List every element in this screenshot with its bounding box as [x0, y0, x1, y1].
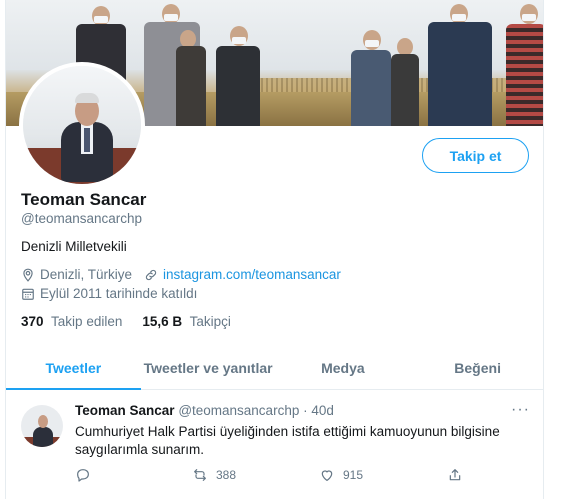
retweet-icon: [194, 469, 206, 481]
profile-joined-row: Eylül 2011 tarihinde katıldı: [21, 286, 197, 301]
tab-media[interactable]: Medya: [276, 346, 411, 389]
tweet-header: Teoman Sancar @teomansancarchp · 40d: [75, 403, 334, 418]
calendar-icon: [21, 287, 35, 301]
tweet-avatar[interactable]: [21, 405, 63, 447]
profile-joined: Eylül 2011 tarihinde katıldı: [40, 286, 198, 301]
retweet-count: 388: [216, 468, 237, 482]
profile-avatar[interactable]: [19, 62, 145, 188]
reply-button[interactable]: [75, 467, 99, 483]
more-options-icon[interactable]: ···: [511, 401, 530, 419]
tweet-item[interactable]: Teoman Sancar @teomansancarchp · 40d ···…: [6, 391, 543, 499]
profile-name: Teoman Sancar: [21, 190, 147, 209]
profile-stats: 370 Takip edilen 15,6 B Takipçi: [21, 314, 231, 329]
reply-icon: [77, 469, 89, 482]
heart-icon: [321, 470, 333, 481]
tweet-separator: ·: [303, 403, 308, 418]
tweet-text: Cumhuriyet Halk Partisi üyeliğinden isti…: [75, 424, 500, 457]
tab-tweets[interactable]: Tweetler: [6, 346, 141, 390]
share-icon: [449, 469, 461, 481]
tweet-timestamp[interactable]: 40d: [311, 403, 334, 418]
tweet-author-name[interactable]: Teoman Sancar: [75, 403, 175, 418]
profile-location: Denizli, Türkiye: [40, 267, 133, 282]
location-pin-icon: [21, 268, 35, 282]
link-icon: [144, 268, 158, 282]
like-count: 915: [343, 468, 364, 482]
retweet-button[interactable]: 388: [192, 467, 236, 483]
profile-website-link[interactable]: instagram.com/teomansancar: [163, 267, 341, 282]
follow-button[interactable]: Takip et: [422, 138, 529, 173]
tab-likes[interactable]: Beğeni: [410, 346, 543, 389]
following-label: Takip edilen: [51, 314, 123, 329]
followers-count: 15,6 B: [142, 314, 183, 329]
tweet-author-handle[interactable]: @teomansancarchp: [178, 403, 299, 418]
like-button[interactable]: 915: [319, 467, 363, 483]
tab-tweets-and-replies[interactable]: Tweetler ve yanıtlar: [141, 346, 276, 389]
following-count: 370: [21, 314, 44, 329]
profile-handle: @teomansancarchp: [21, 211, 143, 226]
followers-label: Takipçi: [189, 314, 231, 329]
profile-tabs: Tweetler Tweetler ve yanıtlar Medya Beğe…: [6, 346, 543, 390]
profile-page: Takip et Teoman Sancar @teomansancarchp …: [5, 0, 544, 499]
followers-link[interactable]: 15,6 B Takipçi: [142, 314, 231, 329]
profile-meta-row: Denizli, Türkiye instagram.com/teomansan…: [21, 267, 341, 282]
tweet-actions: 388 915: [75, 467, 475, 485]
profile-bio: Denizli Milletvekili: [21, 239, 127, 254]
following-link[interactable]: 370 Takip edilen: [21, 314, 122, 329]
share-button[interactable]: [447, 467, 471, 483]
